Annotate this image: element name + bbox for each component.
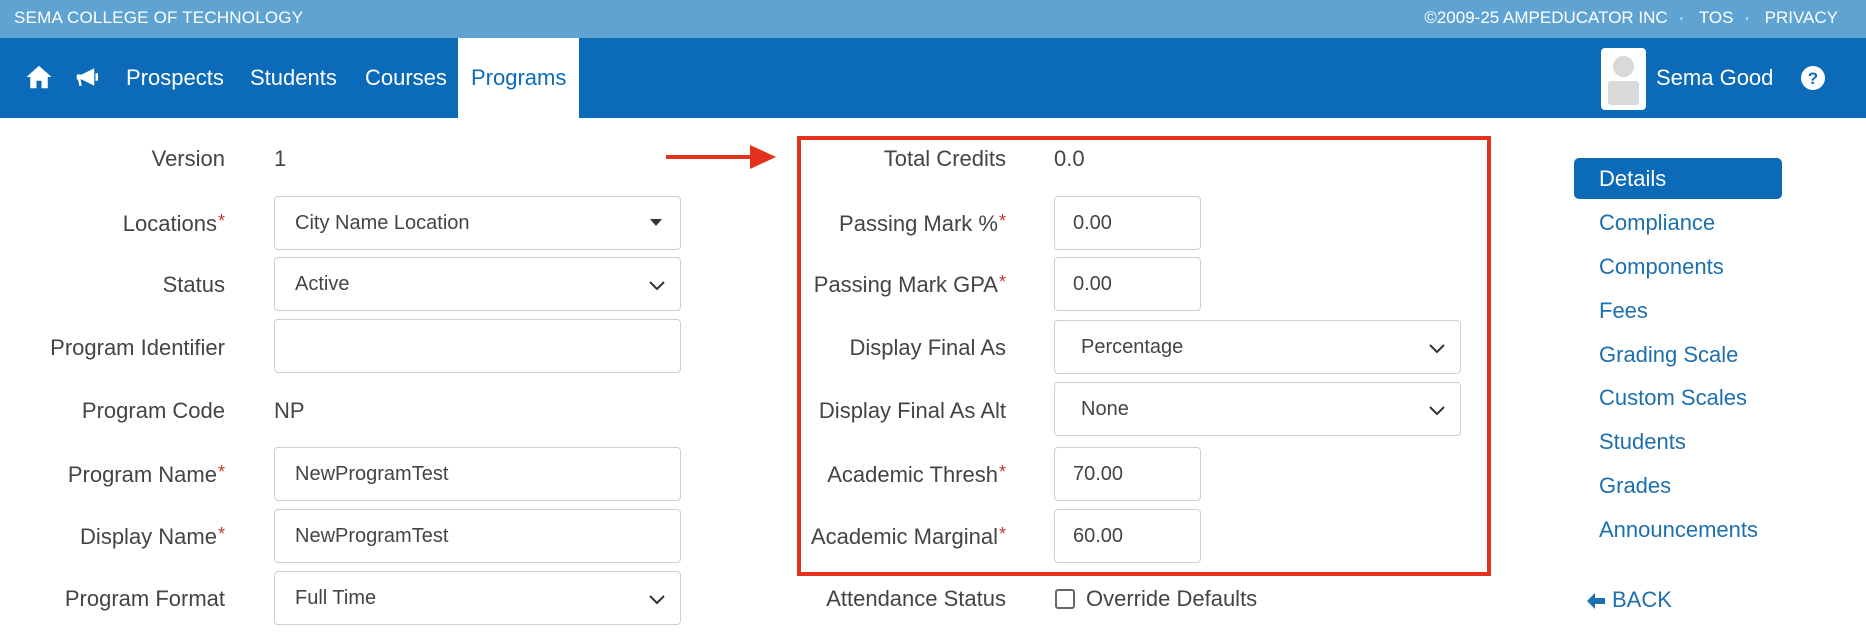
required-mark: * xyxy=(998,462,1006,482)
thresh-label-text: Academic Thresh xyxy=(827,462,998,487)
side-nav-grading-scale[interactable]: Grading Scale xyxy=(1599,342,1738,368)
pass-gpa-input[interactable]: 0.00 xyxy=(1054,257,1201,311)
separator: · xyxy=(1744,8,1750,27)
arrow-left-icon xyxy=(1587,593,1605,609)
pass-pct-label-text: Passing Mark % xyxy=(839,211,998,236)
final-select[interactable]: Percentage xyxy=(1054,320,1461,374)
megaphone-icon[interactable] xyxy=(73,62,105,94)
chevron-down-icon xyxy=(649,281,665,291)
side-nav-components[interactable]: Components xyxy=(1599,254,1724,280)
marginal-value: 60.00 xyxy=(1073,525,1124,547)
chevron-down-icon xyxy=(649,595,665,605)
side-nav-fees[interactable]: Fees xyxy=(1599,298,1648,324)
user-name[interactable]: Sema Good xyxy=(1656,38,1773,118)
school-name: SEMA COLLEGE OF TECHNOLOGY xyxy=(14,8,304,27)
side-nav-details[interactable]: Details xyxy=(1574,158,1782,199)
identifier-label: Program Identifier xyxy=(50,335,225,360)
credits-value: 0.0 xyxy=(1054,146,1085,171)
side-nav-students[interactable]: Students xyxy=(1599,429,1686,455)
final-alt-select[interactable]: None xyxy=(1054,382,1461,436)
required-mark: * xyxy=(217,211,225,231)
program-name-input[interactable]: NewProgramTest xyxy=(274,447,681,501)
footer-links: ©2009-25 AMPEDUCATOR INC · TOS · PRIVACY xyxy=(1418,8,1838,28)
nav-students[interactable]: Students xyxy=(250,38,337,118)
code-value: NP xyxy=(274,398,305,423)
identifier-input[interactable] xyxy=(274,319,681,373)
svg-text:?: ? xyxy=(1808,69,1818,88)
required-mark: * xyxy=(998,524,1006,544)
format-value: Full Time xyxy=(295,587,377,609)
display-name-label-text: Display Name xyxy=(80,524,217,549)
locations-label-text: Locations xyxy=(122,211,217,236)
caret-down-icon xyxy=(650,219,662,226)
attendance-label: Attendance Status xyxy=(826,586,1006,611)
override-checkbox[interactable] xyxy=(1055,589,1075,609)
override-label[interactable]: Override Defaults xyxy=(1086,586,1257,612)
avatar-body xyxy=(1608,81,1639,105)
marginal-label-text: Academic Marginal xyxy=(810,524,998,549)
thresh-label: Academic Thresh* xyxy=(827,462,1006,488)
nav-prospects[interactable]: Prospects xyxy=(126,38,224,118)
marginal-label: Academic Marginal* xyxy=(811,524,1006,550)
name-label: Program Name* xyxy=(68,462,225,488)
home-icon[interactable] xyxy=(24,62,56,94)
code-label: Program Code xyxy=(81,398,225,423)
help-icon[interactable]: ? xyxy=(1800,65,1826,91)
final-alt-label: Display Final As Alt xyxy=(818,398,1006,423)
thresh-value: 70.00 xyxy=(1073,463,1124,485)
final-alt-value: None xyxy=(1081,398,1129,420)
annotation-arrow xyxy=(666,145,776,169)
program-name-value: NewProgramTest xyxy=(295,463,449,485)
name-label-text: Program Name xyxy=(67,462,217,487)
copyright-text: ©2009-25 AMPEDUCATOR INC xyxy=(1424,8,1668,27)
required-mark: * xyxy=(217,524,225,544)
avatar[interactable] xyxy=(1601,48,1646,110)
status-label: Status xyxy=(162,272,225,297)
locations-label: Locations* xyxy=(123,211,225,237)
privacy-link[interactable]: PRIVACY xyxy=(1765,8,1838,27)
pass-pct-input[interactable]: 0.00 xyxy=(1054,196,1201,250)
chevron-down-icon xyxy=(1429,406,1445,416)
side-nav-compliance[interactable]: Compliance xyxy=(1599,210,1715,236)
avatar-head xyxy=(1613,56,1634,77)
nav-courses[interactable]: Courses xyxy=(365,38,447,118)
locations-value: City Name Location xyxy=(295,212,470,234)
side-nav-announcements[interactable]: Announcements xyxy=(1599,517,1758,543)
final-label: Display Final As xyxy=(849,335,1006,360)
back-link[interactable]: BACK xyxy=(1586,587,1672,613)
credits-label: Total Credits xyxy=(883,146,1006,171)
required-mark: * xyxy=(998,211,1006,231)
chevron-down-icon xyxy=(1429,344,1445,354)
version-label: Version xyxy=(151,146,225,171)
format-label: Program Format xyxy=(64,586,225,611)
side-nav-custom-scales[interactable]: Custom Scales xyxy=(1599,385,1747,411)
required-mark: * xyxy=(998,272,1006,292)
locations-select[interactable]: City Name Location xyxy=(274,196,681,250)
tos-link[interactable]: TOS xyxy=(1699,8,1734,27)
main-nav: Prospects Students Courses Programs Sema… xyxy=(0,38,1866,118)
side-nav-grades[interactable]: Grades xyxy=(1599,473,1671,499)
thresh-input[interactable]: 70.00 xyxy=(1054,447,1201,501)
pass-gpa-label: Passing Mark GPA* xyxy=(814,272,1006,298)
required-mark: * xyxy=(217,462,225,482)
top-strip: SEMA COLLEGE OF TECHNOLOGY ©2009-25 AMPE… xyxy=(0,0,1866,38)
version-value: 1 xyxy=(274,146,287,171)
back-label: BACK xyxy=(1612,587,1672,612)
display-name-value: NewProgramTest xyxy=(295,525,449,547)
status-value: Active xyxy=(295,273,350,295)
marginal-input[interactable]: 60.00 xyxy=(1054,509,1201,563)
separator: · xyxy=(1678,8,1685,27)
display-name-input[interactable]: NewProgramTest xyxy=(274,509,681,563)
pass-pct-label: Passing Mark %* xyxy=(839,211,1006,237)
status-select[interactable]: Active xyxy=(274,257,681,311)
final-value: Percentage xyxy=(1081,336,1184,358)
display-name-label: Display Name* xyxy=(80,524,225,550)
nav-programs[interactable]: Programs xyxy=(458,38,580,118)
pass-gpa-value: 0.00 xyxy=(1073,273,1112,295)
pass-gpa-label-text: Passing Mark GPA xyxy=(813,272,998,297)
pass-pct-value: 0.00 xyxy=(1073,212,1112,234)
format-select[interactable]: Full Time xyxy=(274,571,681,625)
